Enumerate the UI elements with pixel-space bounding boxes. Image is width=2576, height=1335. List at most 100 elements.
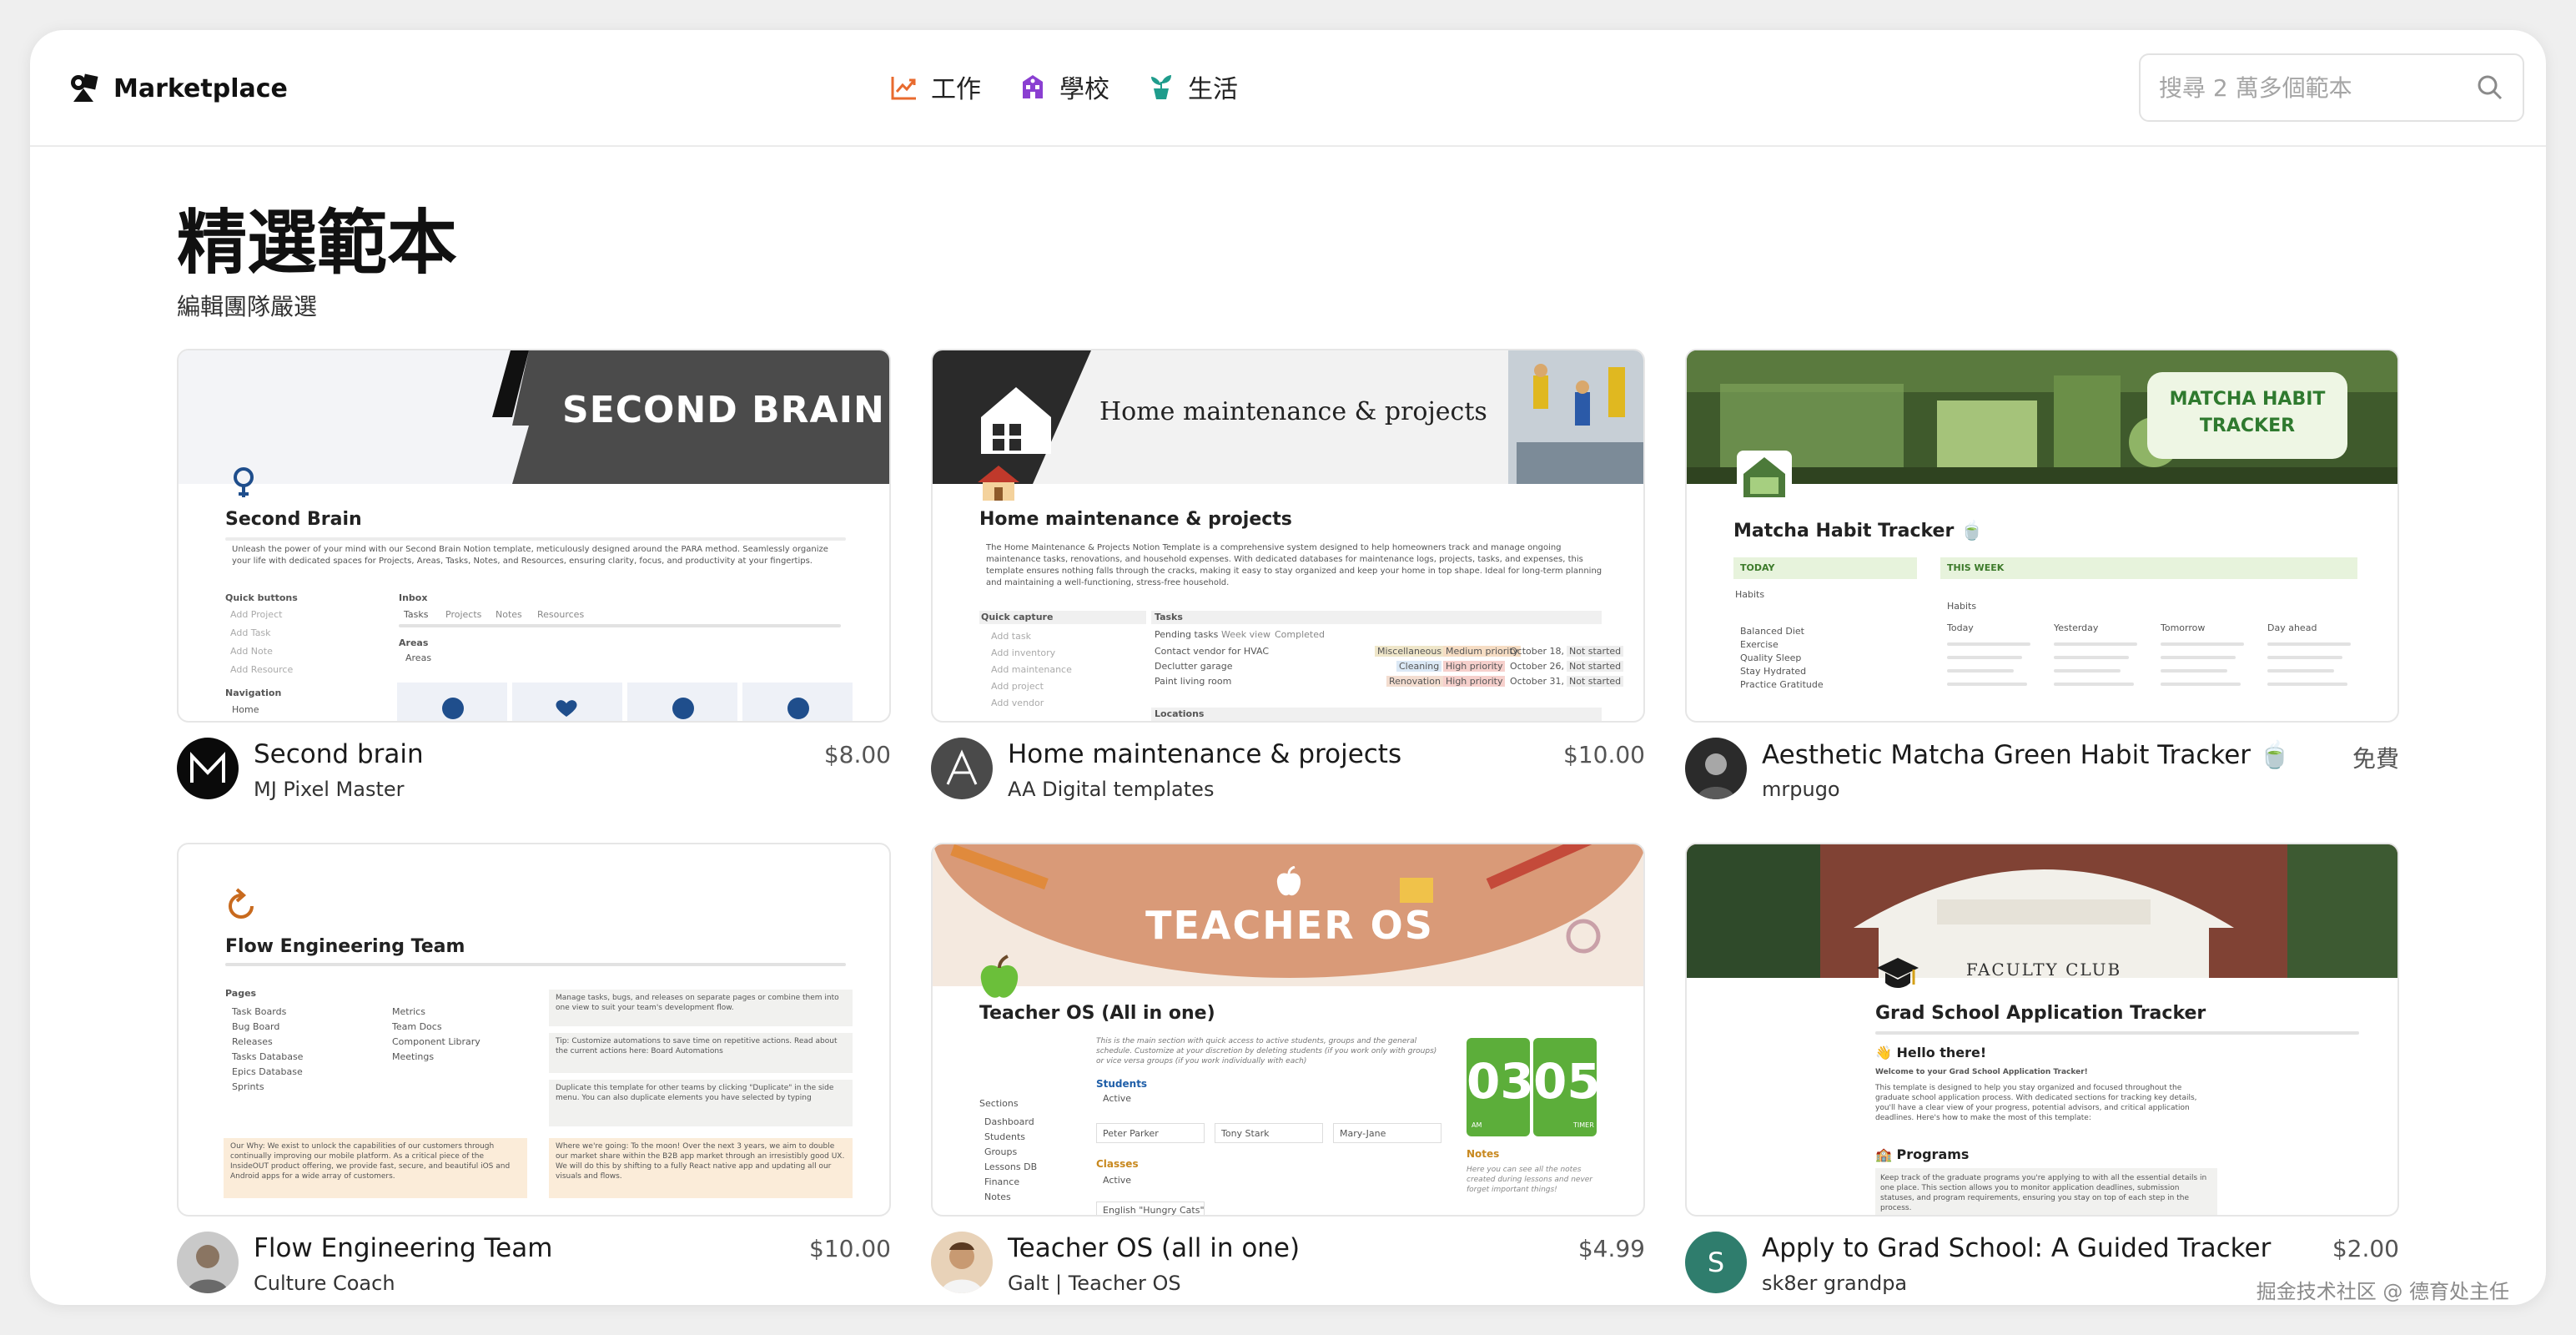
card-author[interactable]: AA Digital templates (1008, 778, 1214, 801)
card-author[interactable]: sk8er grandpa (1762, 1272, 1907, 1295)
qb-item: Add Resource (230, 664, 294, 675)
nav-life[interactable]: 生活 (1146, 68, 1238, 105)
task-tag: Miscellaneous (1375, 646, 1445, 657)
author-avatar[interactable] (177, 1232, 239, 1293)
card-price: $10.00 (809, 1235, 891, 1262)
author-avatar[interactable] (1685, 738, 1747, 799)
active-label: Active (1103, 1093, 1132, 1104)
page-link: Task Boards (232, 1006, 287, 1017)
habits-label: Habits (1735, 589, 1765, 600)
template-thumbnail[interactable]: TEACHER OS Teacher OS (All in one) This … (931, 843, 1645, 1217)
timer-label: TIMER (1573, 1121, 1594, 1129)
programs-heading: 🏫 Programs (1875, 1146, 1970, 1162)
habit-item: Quality Sleep (1740, 652, 1802, 663)
template-card-home-maintenance[interactable]: Home maintenance & projects Home mainten… (931, 349, 1645, 811)
card-title[interactable]: Teacher OS (all in one) (1008, 1233, 1300, 1263)
card-author[interactable]: mrpugo (1762, 778, 1840, 801)
refresh-arrow-icon (229, 888, 254, 919)
page-link: Tasks Database (232, 1051, 304, 1062)
qb-item: Add Task (230, 627, 271, 638)
watermark: 掘金技术社区 @ 德育处主任 (2256, 1280, 2509, 1303)
tab-tasks: Tasks (404, 609, 429, 620)
card-title[interactable]: Aesthetic Matcha Green Habit Tracker 🍵 (1762, 739, 2292, 770)
page-link: Team Docs (392, 1021, 442, 1032)
template-thumbnail[interactable]: MATCHA HABIT TRACKER Matcha Habit Tracke… (1685, 349, 2399, 723)
nav-life-label: 生活 (1188, 75, 1238, 104)
top-header: Marketplace 工作 學校 生活 搜尋 2 萬多個範本 (30, 30, 2546, 147)
card-price: $10.00 (1563, 741, 1645, 768)
am-label: AM (1472, 1121, 1482, 1129)
template-thumbnail[interactable]: Home maintenance & projects Home mainten… (931, 349, 1645, 723)
author-avatar[interactable] (931, 738, 993, 799)
brain-icon (234, 467, 254, 497)
task-tag: Cleaning (1396, 661, 1442, 672)
class-card: English "Hungry Cats" (1103, 1205, 1205, 1216)
tab-week: Week view (1221, 629, 1270, 640)
template-thumbnail[interactable]: Flow Engineering Team Pages Task Boards … (177, 843, 891, 1217)
badge-line-1: MATCHA HABIT (2169, 389, 2326, 410)
category-nav: 工作 學校 生活 (889, 68, 1238, 105)
template-thumbnail[interactable]: FACULTY CLUB Grad School Application Tra… (1685, 843, 2399, 1217)
card-author[interactable]: Culture Coach (254, 1272, 395, 1295)
card-title[interactable]: Home maintenance & projects (1008, 739, 1401, 769)
search-box[interactable] (2139, 53, 2524, 122)
card-price: $2.00 (2332, 1235, 2399, 1262)
programs-text: Keep track of the graduate programs you'… (1880, 1174, 2207, 1212)
template-thumbnail[interactable]: SECOND BRAIN Second Brain Unleash the po… (177, 349, 891, 723)
card-title[interactable]: Flow Engineering Team (254, 1233, 552, 1263)
card-title[interactable]: Second brain (254, 739, 424, 769)
template-card-grad-school[interactable]: FACULTY CLUB Grad School Application Tra… (1685, 843, 2399, 1305)
card-title[interactable]: Apply to Grad School: A Guided Tracker (1762, 1233, 2271, 1263)
classes-heading: Classes (1096, 1158, 1139, 1170)
search-input[interactable] (2159, 73, 2476, 102)
card-meta: Flow Engineering Team Culture Coach $10.… (177, 1230, 891, 1305)
callout-text: Duplicate this template for other teams … (556, 1084, 834, 1102)
task-priority: High priority (1443, 661, 1506, 672)
welcome-text: Welcome to your Grad School Application … (1875, 1068, 2088, 1076)
habits-label: Habits (1947, 601, 1977, 612)
task-status: Not started (1567, 661, 1624, 672)
card-author[interactable]: MJ Pixel Master (254, 778, 405, 801)
template-card-second-brain[interactable]: SECOND BRAIN Second Brain Unleash the po… (177, 349, 891, 811)
doc-title: Matcha Habit Tracker 🍵 (1733, 521, 1984, 542)
doc-description: The Home Maintenance & Projects Notion T… (986, 543, 1602, 587)
heart-pulse-icon (556, 700, 577, 717)
trend-chart-icon (891, 77, 916, 100)
tab-pending: Pending tasks (1155, 629, 1219, 640)
school-building-icon (1023, 75, 1043, 98)
qc-item: Add vendor (991, 698, 1044, 708)
home-item: Home (232, 704, 259, 715)
tasks-heading: Tasks (1155, 612, 1183, 622)
search-icon[interactable] (2476, 73, 2504, 102)
nav-school[interactable]: 學校 (1018, 68, 1109, 105)
locations-heading: Locations (1155, 708, 1205, 719)
marketplace-logo[interactable]: Marketplace (68, 70, 288, 107)
sections-heading: Sections (979, 1098, 1019, 1109)
page-link: Epics Database (232, 1066, 303, 1077)
template-card-flow-engineering[interactable]: Flow Engineering Team Pages Task Boards … (177, 843, 891, 1305)
section-link: Notes (984, 1191, 1011, 1202)
navigation-heading: Navigation (225, 688, 282, 698)
notes-heading: Notes (1467, 1148, 1500, 1160)
body-text: This template is designed to help you st… (1875, 1084, 2197, 1122)
apple-logo-icon (1276, 866, 1301, 896)
clock-hours: 03 (1467, 1053, 1534, 1110)
section-link: Students (984, 1131, 1026, 1142)
qc-item: Add inventory (991, 647, 1056, 658)
marketplace-logo-icon (68, 72, 102, 105)
card-author[interactable]: Galt | Teacher OS (1008, 1272, 1181, 1295)
author-avatar[interactable] (177, 738, 239, 799)
day-column: Today (1947, 622, 1974, 633)
card-price: $8.00 (823, 741, 891, 768)
qc-item: Add maintenance (991, 664, 1072, 675)
tab-resources: Resources (537, 609, 585, 620)
template-card-matcha-habit[interactable]: MATCHA HABIT TRACKER Matcha Habit Tracke… (1685, 349, 2399, 811)
author-avatar[interactable]: S (1685, 1232, 1747, 1293)
qc-item: Add project (991, 681, 1044, 692)
student-card: Peter Parker (1103, 1128, 1159, 1139)
task-status: Not started (1567, 676, 1624, 687)
nav-work[interactable]: 工作 (889, 68, 981, 105)
author-avatar[interactable] (931, 1232, 993, 1293)
card-meta: Second brain MJ Pixel Master $8.00 (177, 736, 891, 811)
template-card-teacher-os[interactable]: TEACHER OS Teacher OS (All in one) This … (931, 843, 1645, 1305)
